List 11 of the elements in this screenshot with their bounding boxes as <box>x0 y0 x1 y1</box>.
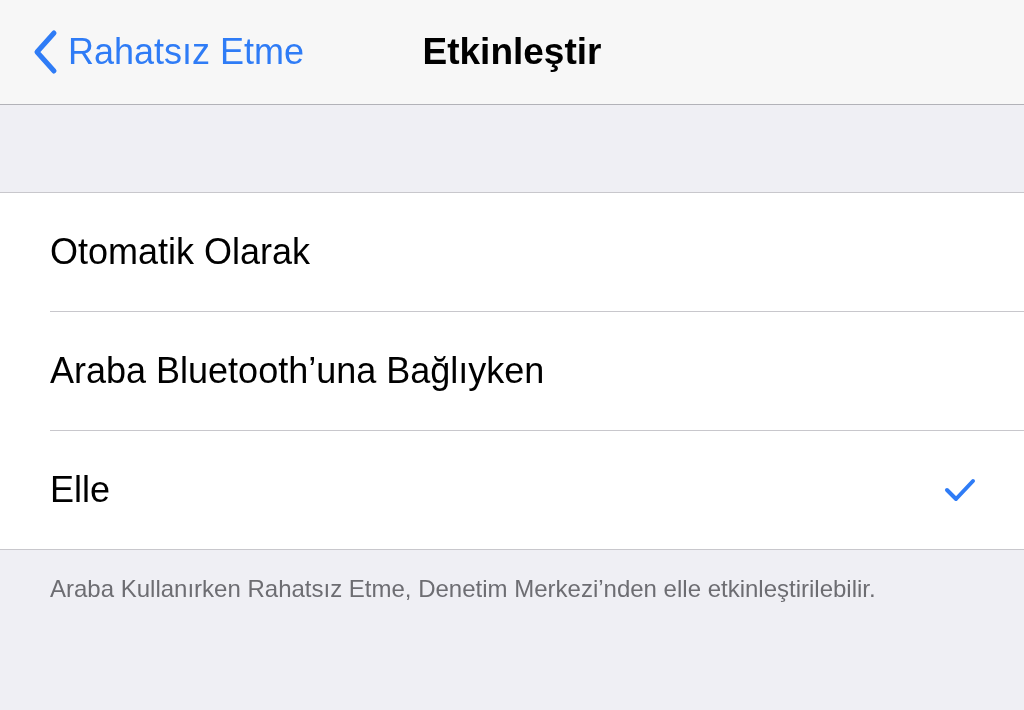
option-label: Otomatik Olarak <box>50 231 311 273</box>
back-button[interactable]: Rahatsız Etme <box>0 28 311 76</box>
option-row[interactable]: Elle <box>50 431 1024 549</box>
option-label: Elle <box>50 469 111 511</box>
option-row[interactable]: Araba Bluetooth’una Bağlıyken <box>50 312 1024 431</box>
chevron-left-icon <box>32 29 58 75</box>
option-label: Araba Bluetooth’una Bağlıyken <box>50 350 545 392</box>
option-row[interactable]: Otomatik Olarak <box>50 193 1024 312</box>
footer-note: Araba Kullanırken Rahatsız Etme, Denetim Merkezi’nden elle etkinleştirilebilir. <box>49 574 877 604</box>
checkmark-icon <box>944 477 976 503</box>
screen-title: Etkinleştir <box>422 31 602 73</box>
